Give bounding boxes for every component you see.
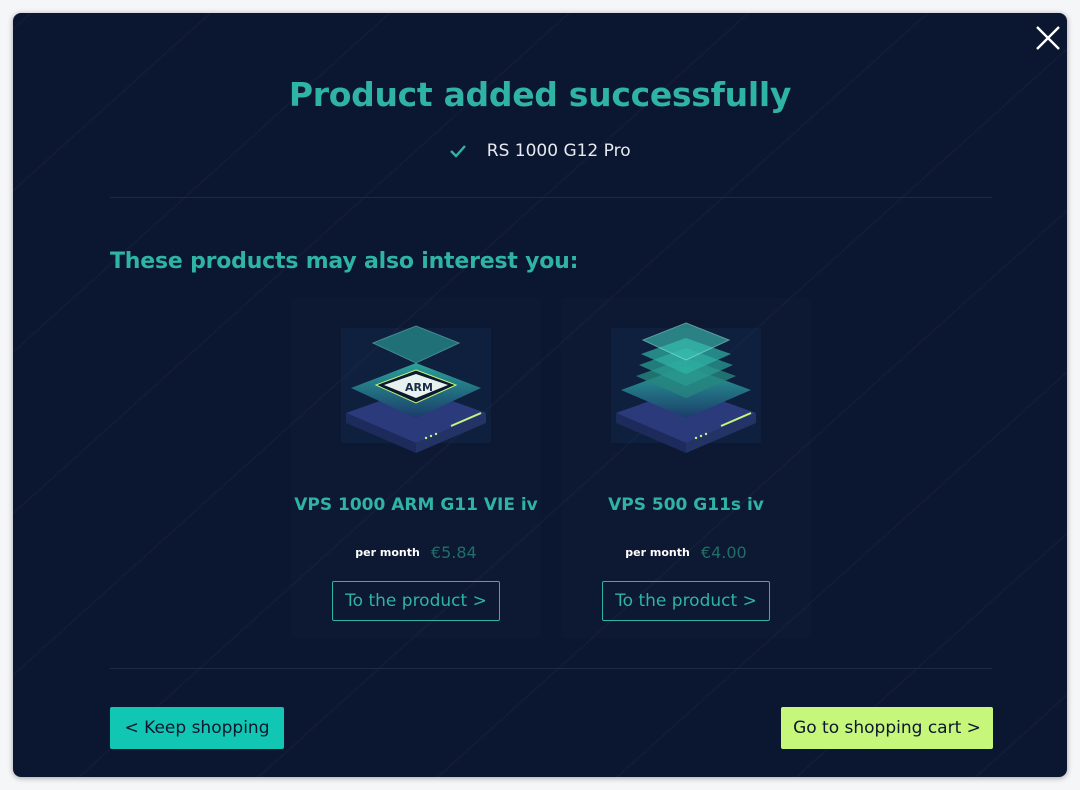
product-name: VPS 1000 ARM G11 VIE iv [294, 495, 538, 515]
price-period-label: per month [355, 546, 420, 559]
keep-shopping-button[interactable]: < Keep shopping [110, 707, 284, 749]
arm-chip-label: ARM [405, 381, 433, 394]
price-row: per month €5.84 [291, 542, 541, 562]
modal-title: Product added successfully [288, 75, 792, 114]
price-row: per month €4.00 [561, 542, 811, 562]
price-period-label: per month [625, 546, 690, 559]
go-to-cart-button[interactable]: Go to shopping cart > [781, 707, 993, 749]
to-product-button[interactable]: To the product > [602, 581, 770, 621]
to-product-button[interactable]: To the product > [332, 581, 500, 621]
product-card-vps-500: VPS 500 G11s iv per month €4.00 To the p… [561, 298, 811, 638]
recommendations-heading: These products may also interest you: [110, 249, 579, 274]
arm-server-icon: ARM [341, 325, 491, 453]
vps-layers-icon [611, 322, 761, 453]
check-icon [450, 145, 467, 158]
divider-bottom [110, 668, 992, 669]
added-product-row: RS 1000 G12 Pro [13, 141, 1067, 161]
product-added-modal: Product added successfully RS 1000 G12 P… [13, 13, 1067, 777]
product-name: VPS 500 G11s iv [608, 495, 764, 515]
product-price: €4.00 [700, 543, 747, 562]
added-product-name: RS 1000 G12 Pro [486, 141, 631, 161]
close-button[interactable] [1033, 23, 1063, 53]
product-price: €5.84 [430, 543, 477, 562]
divider-top [110, 197, 992, 198]
close-icon [1036, 26, 1060, 50]
product-card-vps-1000-arm: ARM VPS 1000 ARM G11 VIE iv per month €5… [291, 298, 541, 638]
